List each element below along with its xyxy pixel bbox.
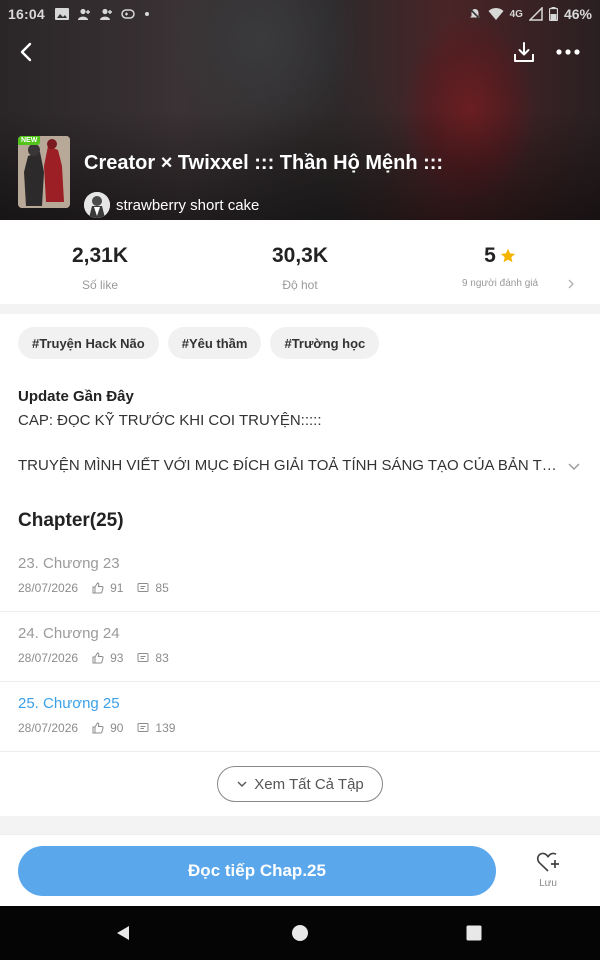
author-name[interactable]: strawberry short cake: [116, 197, 259, 214]
download-button[interactable]: [510, 38, 538, 66]
system-back-button[interactable]: [112, 922, 134, 944]
chevron-left-icon: [20, 42, 32, 62]
person-add-notification-icon: [77, 8, 90, 20]
wifi-icon: [488, 8, 504, 20]
chapter-comments: 139: [155, 721, 176, 735]
likes-count: 2,31K: [71, 244, 129, 267]
system-navigation-bar: [0, 906, 600, 960]
chapter-likes: 93: [110, 651, 124, 665]
square-recents-icon: [466, 925, 482, 941]
chapter-title: 23. Chương 23: [18, 555, 120, 572]
see-all-chapters-button[interactable]: Xem Tất Cả Tập: [217, 766, 383, 802]
story-cover-image[interactable]: NEW: [18, 136, 70, 208]
download-icon: [514, 42, 534, 62]
see-all-label: Xem Tất Cả Tập: [254, 775, 364, 793]
author-row[interactable]: strawberry short cake: [84, 192, 259, 218]
chapter-meta: 28/07/2026 93 83: [18, 651, 582, 665]
chapter-date: 28/07/2026: [18, 581, 79, 595]
heart-add-icon: [536, 852, 559, 872]
chevron-right-icon[interactable]: [566, 278, 576, 290]
avatar-image: [84, 192, 110, 218]
person-add-notification-icon: [99, 8, 112, 20]
more-horizontal-icon: [556, 49, 580, 55]
battery-percent: 46%: [563, 6, 592, 22]
story-title: Creator × Twixxel ::: Thần Hộ Mệnh :::: [84, 152, 444, 174]
dot-icon: [144, 12, 149, 16]
update-title: Update Gần Đây: [18, 388, 134, 405]
status-bar: 16:04 4G 46%: [0, 0, 600, 28]
rating-value-row: 5: [400, 244, 600, 268]
comment-icon: [137, 583, 149, 592]
comment-icon: [137, 723, 149, 732]
status-right: 4G 46%: [468, 6, 592, 22]
back-button[interactable]: [12, 38, 40, 66]
signal-icon: [528, 7, 543, 21]
chapter-date: 28/07/2026: [18, 651, 79, 665]
battery-icon: [548, 7, 558, 21]
story-detail-screen: 16:04 4G 46% NEW Creator × Twixxel::: T…: [0, 0, 600, 960]
chapter-row-current[interactable]: 25. Chương 25 28/07/2026 90 139: [0, 682, 600, 752]
chapter-title: 25. Chương 25: [18, 695, 120, 712]
hero-banner: 16:04 4G 46% NEW Creator × Twixxel::: T…: [0, 0, 600, 220]
update-text: CAP: ĐỌC KỸ TRƯỚC KHI COI TRUYỆN:::::: [18, 412, 322, 429]
chapter-comments: 85: [155, 581, 169, 595]
chapter-meta: 28/07/2026 91 85: [18, 581, 582, 595]
continue-reading-button[interactable]: Đọc tiếp Chap.25: [18, 846, 496, 896]
chapter-likes: 90: [110, 721, 124, 735]
mute-icon: [469, 8, 481, 20]
expand-chevron-icon[interactable]: [566, 459, 582, 473]
rating-value: 5: [484, 244, 496, 267]
chapter-likes: 91: [110, 581, 124, 595]
section-divider: [0, 304, 600, 314]
triangle-back-icon: [117, 926, 129, 940]
more-options-button[interactable]: [554, 38, 582, 66]
chapter-comments: 83: [155, 651, 169, 665]
chapter-list: 23. Chương 23 28/07/2026 91 85 24. Chươn…: [0, 542, 600, 752]
chapter-row[interactable]: 23. Chương 23 28/07/2026 91 85: [0, 542, 600, 612]
thumbs-up-icon: [92, 652, 104, 664]
chapter-date: 28/07/2026: [18, 721, 79, 735]
save-label: Lưu: [539, 878, 557, 889]
likes-label: Số like: [81, 278, 119, 292]
thumbs-up-icon: [92, 722, 104, 734]
chapter-row[interactable]: 24. Chương 24 28/07/2026 93 83: [0, 612, 600, 682]
chapter-heading: Chapter(25): [18, 510, 124, 531]
likes-stat: 2,31K Số like: [0, 244, 200, 292]
cover-artwork: [18, 136, 70, 208]
story-description[interactable]: TRUYỆN MÌNH VIẾT VỚI MỤC ĐÍCH GIẢI TOẢ T…: [18, 457, 562, 474]
author-avatar[interactable]: [84, 192, 110, 218]
stats-panel: 2,31K Số like 30,3K Độ hot 5 9 người đán…: [0, 220, 600, 304]
tag-chip[interactable]: #Yêu thầm: [167, 327, 262, 359]
circle-home-icon: [292, 925, 308, 941]
network-type: 4G: [509, 8, 523, 20]
star-icon: [500, 248, 515, 263]
image-notification-icon: [54, 8, 69, 20]
thumbs-up-icon: [92, 582, 104, 594]
status-time: 16:04: [8, 6, 45, 22]
tag-chip[interactable]: #Truyện Hack Não: [18, 327, 159, 359]
new-badge: NEW: [18, 136, 41, 145]
gamepad-notification-icon: [121, 9, 135, 19]
comment-icon: [137, 653, 149, 662]
hot-stat: 30,3K Độ hot: [200, 244, 400, 292]
tag-chip[interactable]: #Trường học: [270, 327, 380, 359]
bottom-action-bar: Đọc tiếp Chap.25 Lưu: [0, 834, 600, 906]
hot-count: 30,3K: [271, 244, 329, 267]
notification-icons: [54, 8, 157, 20]
chapter-title: 24. Chương 24: [18, 625, 120, 642]
system-recents-button[interactable]: [463, 922, 485, 944]
chapter-meta: 28/07/2026 90 139: [18, 721, 582, 735]
tag-list: #Truyện Hack Não #Yêu thầm #Trường học: [18, 327, 380, 359]
chevron-down-icon: [237, 781, 247, 787]
save-button[interactable]: Lưu: [524, 851, 572, 897]
hot-label: Độ hot: [282, 278, 318, 292]
system-home-button[interactable]: [289, 922, 311, 944]
section-divider: [0, 816, 600, 834]
